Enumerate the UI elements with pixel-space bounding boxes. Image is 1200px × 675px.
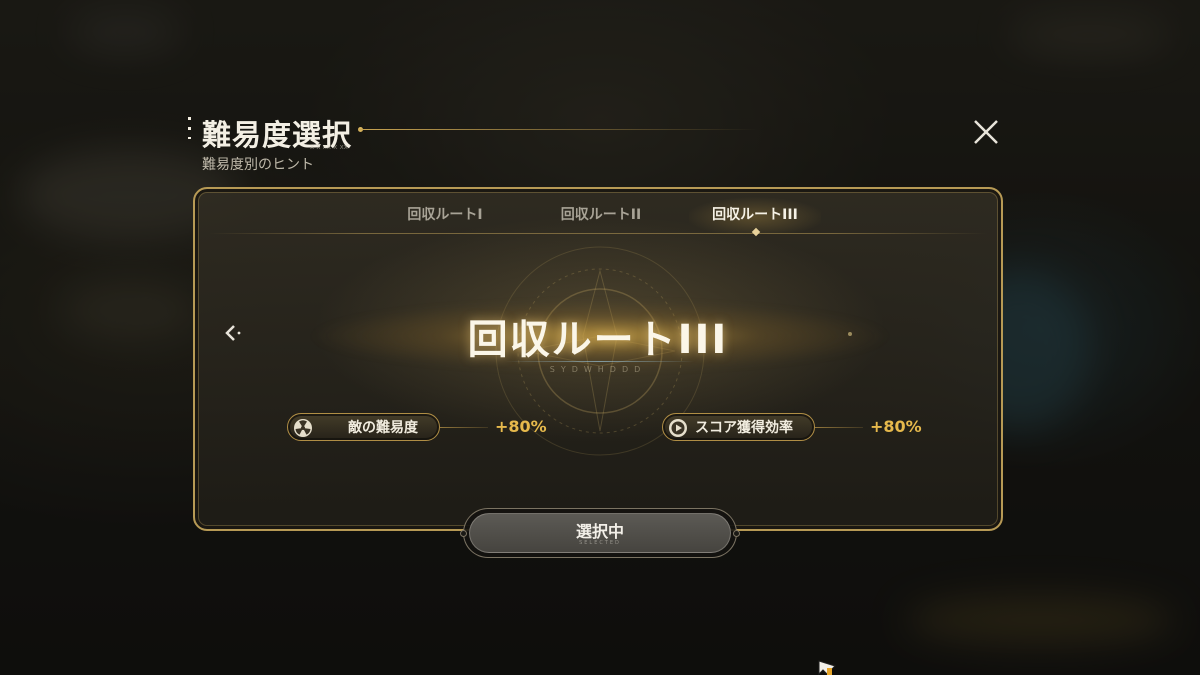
close-icon xyxy=(974,120,998,144)
selected-button[interactable]: 選択中 SELECTED xyxy=(460,508,740,558)
title-tick-decoration xyxy=(188,117,191,139)
stat-score-efficiency: スコア獲得効率 +80% xyxy=(662,413,932,445)
selected-route-title: 回収ルートIII xyxy=(467,317,729,363)
play-icon xyxy=(669,419,687,437)
stat-connector xyxy=(440,427,488,428)
title-marks-decoration: x x xx x xx xyxy=(310,143,348,151)
stat-value: +80% xyxy=(495,417,547,436)
tab-route-1[interactable]: 回収ルートI xyxy=(385,197,505,233)
stat-value: +80% xyxy=(870,417,922,436)
stat-pill: 敵の難易度 xyxy=(287,413,440,441)
close-button[interactable] xyxy=(970,116,1002,148)
button-label: 選択中 xyxy=(575,522,624,541)
title-line-decoration xyxy=(358,129,758,130)
route-tabs: 回収ルートI 回収ルートII 回収ルートIII xyxy=(195,197,1001,233)
tab-route-2[interactable]: 回収ルートII xyxy=(538,197,664,233)
tab-divider xyxy=(209,233,987,234)
stat-pill: スコア獲得効率 xyxy=(662,413,815,441)
radiation-icon xyxy=(294,419,312,437)
stat-connector xyxy=(815,427,863,428)
stat-label: スコア獲得効率 xyxy=(695,420,793,436)
stat-enemy-difficulty: 敵の難易度 +80% xyxy=(287,413,557,445)
route-title-underline xyxy=(505,361,695,362)
selected-route-subtext: SYDWHDDD xyxy=(549,365,647,374)
button-subtext: SELECTED xyxy=(579,540,621,546)
game-screen: 難易度選択 x x xx x xx 難易度別のヒント 回収ルートI 回収ルートI… xyxy=(0,0,1200,675)
difficulty-panel: 回収ルートI 回収ルートII 回収ルートIII 回収ルートIII SYDWHDD… xyxy=(193,187,1003,531)
stat-label: 敵の難易度 xyxy=(348,420,418,436)
page-subtitle: 難易度別のヒント xyxy=(202,157,314,173)
mouse-cursor-icon xyxy=(818,660,836,675)
